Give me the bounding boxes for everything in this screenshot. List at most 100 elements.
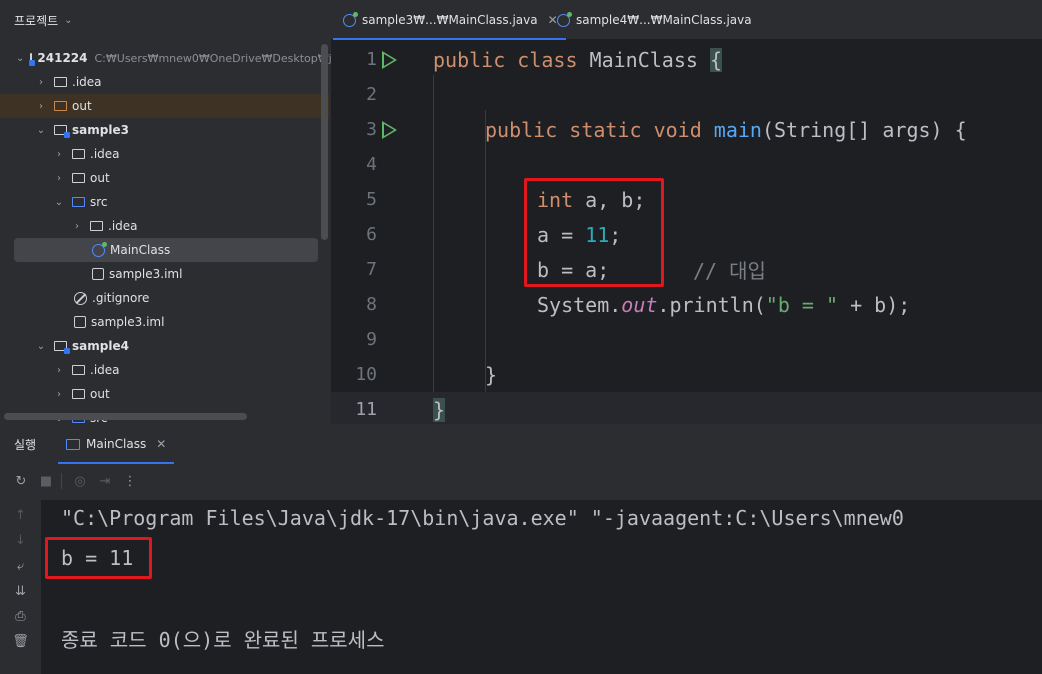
chevron-right-icon[interactable]: › xyxy=(52,173,66,184)
editor-tab-sample4-mainclass[interactable]: sample4₩...₩MainClass.java xyxy=(557,0,752,40)
line-number: 4 xyxy=(366,154,377,175)
chevron-right-icon[interactable]: › xyxy=(34,101,48,112)
project-horizontal-scrollbar[interactable] xyxy=(4,413,247,420)
code-line-1[interactable]: 1 public class MainClass { xyxy=(331,42,1042,77)
folder-icon xyxy=(54,77,67,87)
toolbar-divider xyxy=(61,473,62,489)
highlight-box xyxy=(524,178,664,287)
tree-item-out[interactable]: › out xyxy=(0,94,329,118)
chevron-down-icon[interactable]: ⌄ xyxy=(52,197,66,208)
chevron-right-icon[interactable]: › xyxy=(52,389,66,400)
run-icon[interactable] xyxy=(382,50,397,69)
line-number: 8 xyxy=(366,294,377,315)
more-options-icon[interactable]: ⋮ xyxy=(119,474,141,489)
chevron-right-icon[interactable]: › xyxy=(52,149,66,160)
rerun-icon[interactable]: ↻ xyxy=(10,474,32,489)
code-line-7[interactable]: 7 b = a; // 대입 xyxy=(331,252,1042,287)
chevron-down-icon[interactable]: ⌄ xyxy=(34,341,48,352)
chevron-right-icon[interactable]: › xyxy=(70,221,84,232)
folder-icon xyxy=(72,389,85,399)
code-text: } xyxy=(433,397,446,422)
code-line-6[interactable]: 6 a = 11; xyxy=(331,217,1042,252)
code-line-9[interactable]: 9 xyxy=(331,322,1042,357)
stop-icon[interactable]: ■ xyxy=(35,474,57,489)
tree-item-label: .gitignore xyxy=(92,291,150,305)
tree-item-sample4-idea[interactable]: › .idea xyxy=(0,358,331,382)
code-line-4[interactable]: 4 xyxy=(331,147,1042,182)
run-panel-header: 실행 MainClass ✕ xyxy=(0,424,1042,464)
tree-item-sample3-iml-inner[interactable]: sample3.iml xyxy=(0,262,331,286)
chevron-right-icon[interactable]: › xyxy=(52,365,66,376)
line-number: 5 xyxy=(366,189,377,210)
tree-item-sample3-idea[interactable]: › .idea xyxy=(0,142,331,166)
chevron-down-icon[interactable]: ⌄ xyxy=(16,53,24,64)
line-number: 10 xyxy=(355,364,377,385)
chevron-down-icon[interactable]: ⌄ xyxy=(34,125,48,136)
tree-item-sample3[interactable]: ⌄ sample3 xyxy=(0,118,331,142)
editor-tab-sample3-mainclass[interactable]: sample3₩...₩MainClass.java ✕ xyxy=(333,0,566,40)
tree-item-sample4-out[interactable]: › out xyxy=(0,382,331,406)
console-output[interactable]: "C:\Program Files\Java\jdk-17\bin\java.e… xyxy=(41,500,1042,674)
code-line-5[interactable]: 5 int a, b; xyxy=(331,182,1042,217)
line-number: 3 xyxy=(366,119,377,140)
code-text: public class MainClass { xyxy=(433,47,723,72)
tree-item-label: out xyxy=(90,387,110,401)
run-toolbar: ↻ ■ ◎ ⇥ ⋮ xyxy=(0,468,141,494)
line-number: 6 xyxy=(366,224,377,245)
tree-item-241224[interactable]: ⌄ 241224 C:₩Users₩mnew0₩OneDrive₩Desktop… xyxy=(0,46,331,70)
run-panel-title: 실행 xyxy=(14,438,37,452)
highlight-box xyxy=(45,537,152,579)
tree-item-idea[interactable]: › .idea xyxy=(0,70,331,94)
tree-item-mainclass[interactable]: MainClass xyxy=(14,238,318,262)
tree-item-label: MainClass xyxy=(110,243,171,257)
tree-item-label: out xyxy=(72,99,92,113)
line-number: 7 xyxy=(366,259,377,280)
project-vertical-scrollbar[interactable] xyxy=(321,44,328,240)
arrow-up-icon[interactable]: ↑ xyxy=(0,508,41,523)
console-command-line: "C:\Program Files\Java\jdk-17\bin\java.e… xyxy=(61,506,904,530)
excluded-folder-icon xyxy=(54,101,67,111)
iml-file-icon xyxy=(92,268,104,280)
code-text: System.out.println("b = " + b); xyxy=(537,292,911,317)
run-icon[interactable] xyxy=(382,120,397,139)
folder-icon xyxy=(72,365,85,375)
project-panel: 프로젝트 ⌄ ⌄ 241224 C:₩Users₩mnew0₩OneDrive₩… xyxy=(0,0,331,424)
tree-item-gitignore[interactable]: .gitignore xyxy=(0,286,331,310)
tree-item-sample3-out[interactable]: › out xyxy=(0,166,331,190)
tree-item-label: src xyxy=(90,195,108,209)
tree-item-sample4[interactable]: ⌄ sample4 xyxy=(0,334,331,358)
code-line-10[interactable]: 10 } xyxy=(331,357,1042,392)
camera-icon[interactable]: ◎ xyxy=(69,474,91,489)
chevron-right-icon[interactable]: › xyxy=(34,77,48,88)
code-line-8[interactable]: 8 System.out.println("b = " + b); xyxy=(331,287,1042,322)
java-class-icon xyxy=(343,11,358,27)
code-line-11[interactable]: 11 } xyxy=(331,392,1042,424)
tree-item-label: 241224 xyxy=(37,51,88,65)
tree-item-label: sample3.iml xyxy=(91,315,165,329)
trash-icon[interactable]: 🗑 xyxy=(0,634,41,649)
source-folder-icon xyxy=(72,197,85,207)
code-editor[interactable]: 1 public class MainClass { 2 3 public st… xyxy=(331,40,1042,424)
chevron-down-icon[interactable]: ⌄ xyxy=(64,15,72,26)
tree-item-sample3-iml[interactable]: sample3.iml xyxy=(0,310,331,334)
soft-wrap-icon[interactable]: ⤶ xyxy=(0,559,41,574)
scroll-to-end-icon[interactable]: ⇊ xyxy=(0,584,41,599)
code-line-2[interactable]: 2 xyxy=(331,77,1042,112)
tree-item-label: .idea xyxy=(72,75,102,89)
tree-item-sample3-src[interactable]: ⌄ src xyxy=(0,190,331,214)
project-view-header[interactable]: 프로젝트 ⌄ xyxy=(0,0,331,40)
folder-icon xyxy=(72,173,85,183)
java-class-icon xyxy=(92,241,107,257)
console-icon xyxy=(66,438,80,450)
code-text: public static void main(String[] args) { xyxy=(485,117,967,142)
tree-item-src-idea[interactable]: › .idea xyxy=(0,214,331,238)
run-tab-mainclass[interactable]: MainClass ✕ xyxy=(57,424,175,464)
print-icon[interactable]: ⎙ xyxy=(0,609,41,624)
line-number: 9 xyxy=(366,329,377,350)
code-line-3[interactable]: 3 public static void main(String[] args)… xyxy=(331,112,1042,147)
code-comment: // 대입 xyxy=(693,259,766,283)
tree-item-label: .idea xyxy=(108,219,138,233)
restore-layout-icon[interactable]: ⇥ xyxy=(94,474,116,489)
close-icon[interactable]: ✕ xyxy=(156,437,166,451)
arrow-down-icon[interactable]: ↓ xyxy=(0,533,41,548)
